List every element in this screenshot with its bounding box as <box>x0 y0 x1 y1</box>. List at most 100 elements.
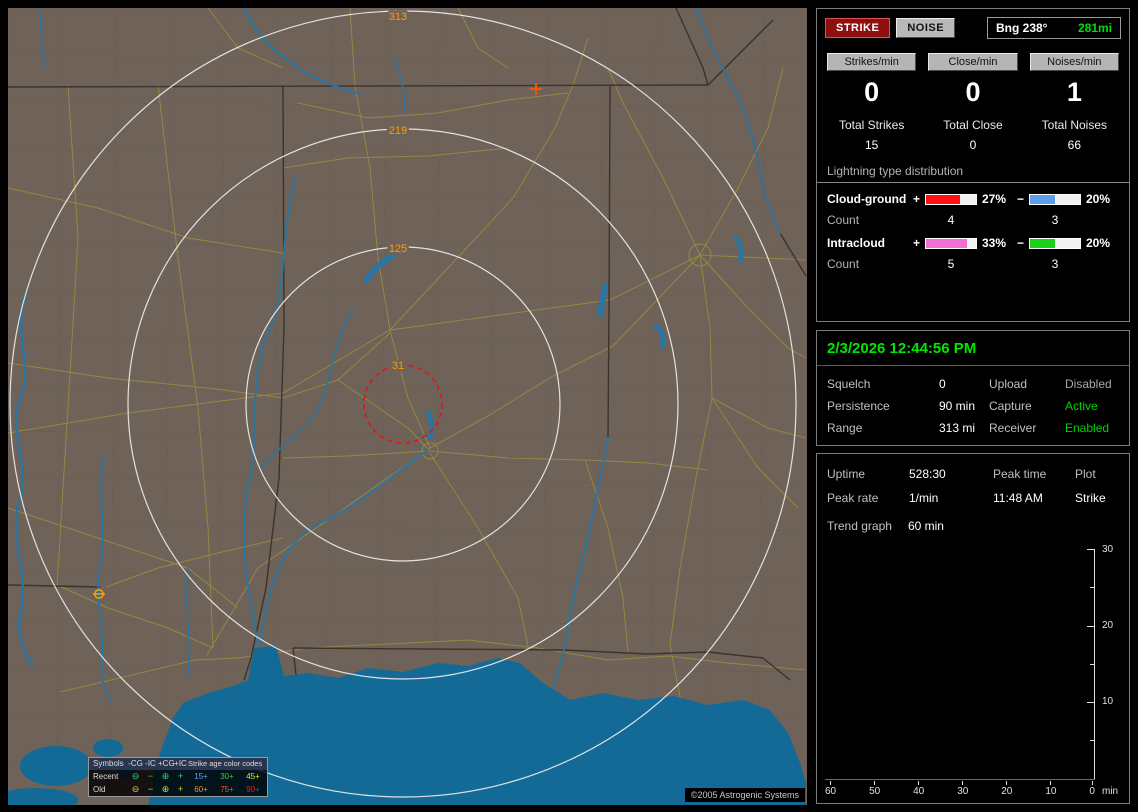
x-tick-60: 60 <box>825 786 837 797</box>
range-label: Range <box>827 421 863 435</box>
legend-header: Symbols -CG -IC +CG +IC Strike age color… <box>89 758 267 770</box>
strike-toggle-button[interactable]: STRIKE <box>825 18 891 38</box>
trend-graph-header: Trend graph 60 min <box>817 505 1129 533</box>
strike-map: 313 219 125 31 Symbols -CG -IC +CG +IC S… <box>8 8 807 805</box>
plus-sign: + <box>913 236 921 250</box>
plot-label: Plot <box>1075 467 1096 481</box>
legend-row-recent: Recent ⊖ − ⊕ + 15+ 30+ 45+ <box>89 770 267 783</box>
intracloud-label: Intracloud <box>827 236 886 250</box>
ic-minus-pct: 20% <box>1086 236 1111 250</box>
legend-age-header: Strike age color codes <box>188 759 263 769</box>
cg-plus-bar <box>925 193 977 205</box>
pos-cg-recent-icon: ⊕ <box>161 771 170 781</box>
uptime-status-grid: Uptime 528:30 Peak time Plot Peak rate 1… <box>817 454 1129 505</box>
neg-cg-old-icon: ⊖ <box>131 784 140 794</box>
close-per-min-label: Close/min <box>928 53 1018 71</box>
cg-minus-pct: 20% <box>1086 192 1111 206</box>
copyright-notice: ©2005 Astrogenic Systems <box>684 788 805 802</box>
total-noises-label: Total Noises <box>1041 118 1108 132</box>
cg-minus-count: 3 <box>1051 213 1059 227</box>
total-strikes-label: Total Strikes <box>838 118 905 132</box>
pos-cg-old-icon: ⊕ <box>161 784 170 794</box>
ic-plus-pct: 33% <box>982 236 1007 250</box>
lightning-distribution: Lightning type distribution Cloud-ground… <box>817 152 1129 271</box>
persistence-value: 90 min <box>939 399 976 413</box>
datetime-display: 2/3/2026 12:44:56 PM <box>827 340 977 357</box>
cg-plus-count: 4 <box>947 213 955 227</box>
plot-value: Strike <box>1075 491 1106 505</box>
neg-ic-old-icon: − <box>147 784 154 794</box>
uptime-label: Uptime <box>827 467 866 481</box>
symbol-legend: Symbols -CG -IC +CG +IC Strike age color… <box>88 757 268 797</box>
distribution-divider <box>817 182 1129 183</box>
pos-ic-recent-icon: + <box>177 771 184 781</box>
x-tick-10: 10 <box>1045 786 1057 797</box>
ring-label-313: 313 <box>389 11 407 23</box>
map-svg: 313 219 125 31 <box>8 8 807 805</box>
persistence-label: Persistence <box>827 399 890 413</box>
distribution-title: Lightning type distribution <box>827 164 964 178</box>
x-axis-unit: min <box>1102 786 1119 797</box>
peak-rate-label: Peak rate <box>827 491 879 505</box>
noises-per-min-value: 1 <box>1066 77 1082 107</box>
y-axis <box>1094 549 1095 780</box>
intracloud-count-row: Count 5 3 <box>827 257 1119 271</box>
strikes-per-min-label: Strikes/min <box>827 53 917 71</box>
x-tick-50: 50 <box>869 786 881 797</box>
close-per-min-counter: Close/min 0 Total Close 0 <box>928 53 1018 152</box>
upload-status: Disabled <box>1065 377 1112 391</box>
squelch-value: 0 <box>939 377 946 391</box>
strikes-per-min-counter: Strikes/min 0 Total Strikes 15 <box>827 53 917 152</box>
age-code-30: 30+ <box>220 771 234 781</box>
age-code-15: 15+ <box>194 771 208 781</box>
ic-plus-bar <box>925 237 977 249</box>
noises-per-min-label: Noises/min <box>1029 53 1119 71</box>
capture-label: Capture <box>989 399 1032 413</box>
minus-sign: − <box>1017 236 1025 250</box>
receiver-settings: Squelch 0 Upload Disabled Persistence 90… <box>817 366 1129 446</box>
ic-plus-count: 5 <box>947 257 955 271</box>
range-value: 313 mi <box>939 421 976 435</box>
total-strikes-value: 15 <box>864 138 879 152</box>
cg-plus-pct: 27% <box>982 192 1007 206</box>
x-tick-20: 20 <box>1001 786 1013 797</box>
ic-count-label: Count <box>827 257 860 271</box>
receiver-panel: 2/3/2026 12:44:56 PM Squelch 0 Upload Di… <box>816 330 1130 446</box>
age-code-75: 75+ <box>220 784 234 794</box>
age-code-60: 60+ <box>194 784 208 794</box>
total-noises-value: 66 <box>1067 138 1081 152</box>
peak-rate-value: 1/min <box>909 491 939 505</box>
x-tick-row: 60 50 40 30 20 10 0 <box>825 781 1095 797</box>
peak-time-label: Peak time <box>993 467 1047 481</box>
y-tick-10: 10 <box>1102 696 1114 707</box>
bearing-value: Bng 238° <box>996 21 1048 35</box>
ic-minus-bar <box>1029 237 1081 249</box>
pos-ic-old-icon: + <box>177 784 184 794</box>
neg-ic-recent-icon: − <box>147 771 154 781</box>
legend-recent-label: Recent <box>93 771 119 781</box>
noise-toggle-button[interactable]: NOISE <box>896 18 956 38</box>
trend-panel: Uptime 528:30 Peak time Plot Peak rate 1… <box>816 453 1130 804</box>
cg-minus-bar <box>1029 193 1081 205</box>
legend-col-pos-cg: +CG <box>158 759 175 768</box>
legend-col-pos-ic: +IC <box>174 759 187 768</box>
noises-per-min-counter: Noises/min 1 Total Noises 66 <box>1029 53 1119 152</box>
age-code-90: 90+ <box>246 784 260 794</box>
upload-label: Upload <box>989 377 1028 391</box>
age-code-45: 45+ <box>246 771 260 781</box>
intracloud-row: Intracloud + 33% − 20% <box>827 236 1119 250</box>
plus-sign: + <box>913 192 921 206</box>
uptime-value: 528:30 <box>909 467 946 481</box>
plot-toggle-row: STRIKE NOISE Bng 238° 281mi <box>817 9 1129 43</box>
cloud-ground-count-row: Count 4 3 <box>827 213 1119 227</box>
ring-label-125: 125 <box>389 243 407 255</box>
bearing-display: Bng 238° 281mi <box>987 17 1121 39</box>
receiver-label: Receiver <box>989 421 1037 435</box>
x-axis <box>825 779 1095 780</box>
y-tick-30: 30 <box>1102 544 1114 555</box>
trend-graph: 30 20 10 60 50 40 30 20 10 0 min <box>825 544 1121 797</box>
trend-graph-window: 60 min <box>907 519 944 533</box>
peak-time-value: 11:48 AM <box>993 491 1043 505</box>
cloud-ground-row: Cloud-ground + 27% − 20% <box>827 192 1119 206</box>
ic-minus-count: 3 <box>1051 257 1059 271</box>
